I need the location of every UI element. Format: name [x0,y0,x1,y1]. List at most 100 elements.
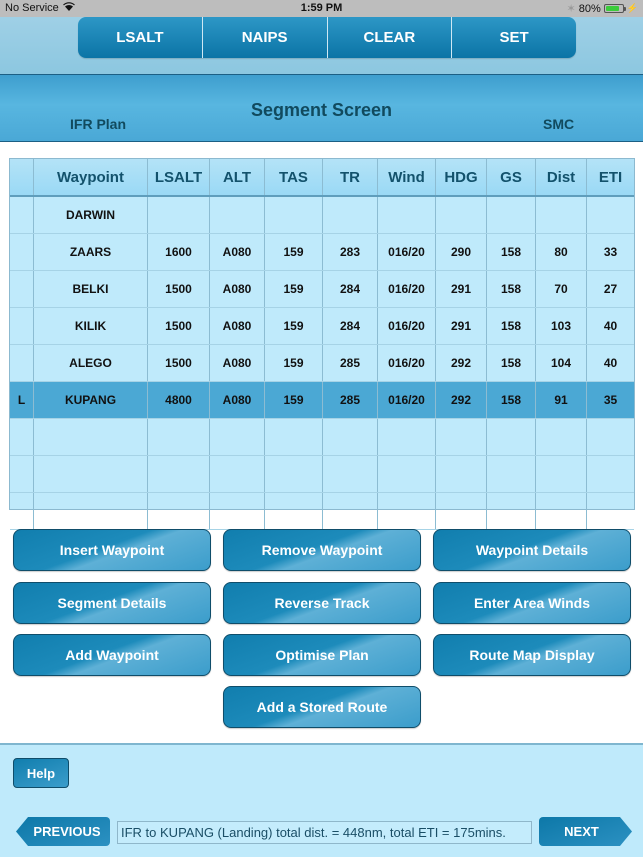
cell-alt [210,456,265,492]
cell-tas [265,456,323,492]
table-row[interactable] [10,456,634,493]
cell-gs [487,493,536,529]
table-row[interactable] [10,493,634,530]
cell-tas: 159 [265,345,323,381]
cell-tr [323,197,378,233]
cell-gs: 158 [487,271,536,307]
status-bar: No Service 1:59 PM ✶ 80% ⚡ [0,0,643,17]
column-header-waypoint: Waypoint [34,159,148,195]
column-header-tr: TR [323,159,378,195]
waypoint-details-button[interactable]: Waypoint Details [433,529,631,571]
set-button[interactable]: SET [451,17,576,58]
table-row[interactable]: DARWIN [10,197,634,234]
cell-wind: 016/20 [378,234,436,270]
cell-hdg: 290 [436,234,487,270]
bluetooth-icon: ✶ [566,3,576,15]
top-toolbar: LSALT NAIPS CLEAR SET [0,17,643,74]
cell-tas [265,197,323,233]
table-row[interactable]: L KUPANG 4800 A080 159 285 016/20 292 158 91 35 [10,382,634,419]
route-map-display-button[interactable]: Route Map Display [433,634,631,676]
cell-lsalt [148,197,210,233]
reverse-track-button[interactable]: Reverse Track [223,582,421,624]
column-header-gs: GS [487,159,536,195]
table-row[interactable]: ZAARS 1600 A080 159 283 016/20 290 158 80 33 [10,234,634,271]
cell-hdg: 292 [436,382,487,418]
plan-type-label: IFR Plan [70,116,127,132]
cell-leg-flag [10,197,34,233]
cell-hdg [436,456,487,492]
cell-lsalt [148,456,210,492]
cell-tas: 159 [265,308,323,344]
cell-dist: 80 [536,234,587,270]
table-row[interactable]: BELKI 1500 A080 159 284 016/20 291 158 70 27 [10,271,634,308]
table-header: Waypoint LSALT ALT TAS TR Wind HDG GS Dist ETI [10,159,634,197]
cell-leg-flag [10,271,34,307]
cell-alt: A080 [210,382,265,418]
column-header-hdg: HDG [436,159,487,195]
remove-waypoint-button[interactable]: Remove Waypoint [223,529,421,571]
cell-gs [487,419,536,455]
route-summary: IFR to KUPANG (Landing) total dist. = 44… [117,821,532,844]
cell-alt [210,197,265,233]
cell-waypoint [34,456,148,492]
cell-dist [536,419,587,455]
previous-button[interactable]: PREVIOUS [16,817,110,846]
cell-tas: 159 [265,234,323,270]
cell-leg-flag [10,419,34,455]
cell-lsalt: 1500 [148,308,210,344]
cell-hdg [436,493,487,529]
column-header-leg-flag [10,159,34,195]
cell-tas [265,419,323,455]
cell-eti: 33 [603,245,618,259]
cell-wind [378,456,436,492]
cell-waypoint [34,493,148,529]
cell-dist: 104 [536,345,587,381]
segmented-control: LSALT NAIPS CLEAR SET [78,17,576,58]
cell-dist: 103 [536,308,587,344]
enter-area-winds-button[interactable]: Enter Area Winds [433,582,631,624]
cell-alt: A080 [210,308,265,344]
cell-gs [487,197,536,233]
cell-gs [487,456,536,492]
cell-tr: 284 [323,271,378,307]
lsalt-button[interactable]: LSALT [78,17,202,58]
code-label: SMC [543,116,575,132]
cell-waypoint: DARWIN [34,197,148,233]
cell-tr [323,493,378,529]
cell-tr: 284 [323,308,378,344]
cell-eti [587,419,634,455]
cell-gs: 158 [487,234,536,270]
clear-button[interactable]: CLEAR [326,17,452,58]
cell-lsalt: 1500 [148,271,210,307]
cell-tr [323,456,378,492]
cell-eti [587,493,634,529]
cell-waypoint [34,419,148,455]
optimise-plan-button[interactable]: Optimise Plan [223,634,421,676]
cell-hdg [436,419,487,455]
naips-button[interactable]: NAIPS [201,17,327,58]
table-row[interactable]: ALEGO 1500 A080 159 285 016/20 292 158 104 40 [10,345,634,382]
cell-eti: 40 [603,356,618,370]
cell-eti: 40 [603,319,618,333]
cell-waypoint: ALEGO [34,345,148,381]
cell-hdg: 291 [436,271,487,307]
cell-tr: 285 [323,382,378,418]
help-button[interactable]: Help [13,758,69,788]
cell-waypoint: BELKI [34,271,148,307]
cell-eti [587,197,634,233]
insert-waypoint-button[interactable]: Insert Waypoint [13,529,211,571]
add-stored-route-button[interactable]: Add a Stored Route [223,686,421,728]
column-header-eti: ETI [598,168,623,186]
table-row[interactable]: KILIK 1500 A080 159 284 016/20 291 158 103 40 [10,308,634,345]
next-button[interactable]: NEXT [539,817,632,846]
cell-alt: A080 [210,234,265,270]
cell-lsalt: 4800 [148,382,210,418]
cell-lsalt: 1600 [148,234,210,270]
table-row[interactable] [10,419,634,456]
segment-details-button[interactable]: Segment Details [13,582,211,624]
cell-wind: 016/20 [378,345,436,381]
cell-dist: 70 [536,271,587,307]
add-waypoint-button[interactable]: Add Waypoint [13,634,211,676]
segment-table[interactable]: Waypoint LSALT ALT TAS TR Wind HDG GS Dist ETI DA… [9,158,635,530]
cell-eti [587,456,634,492]
